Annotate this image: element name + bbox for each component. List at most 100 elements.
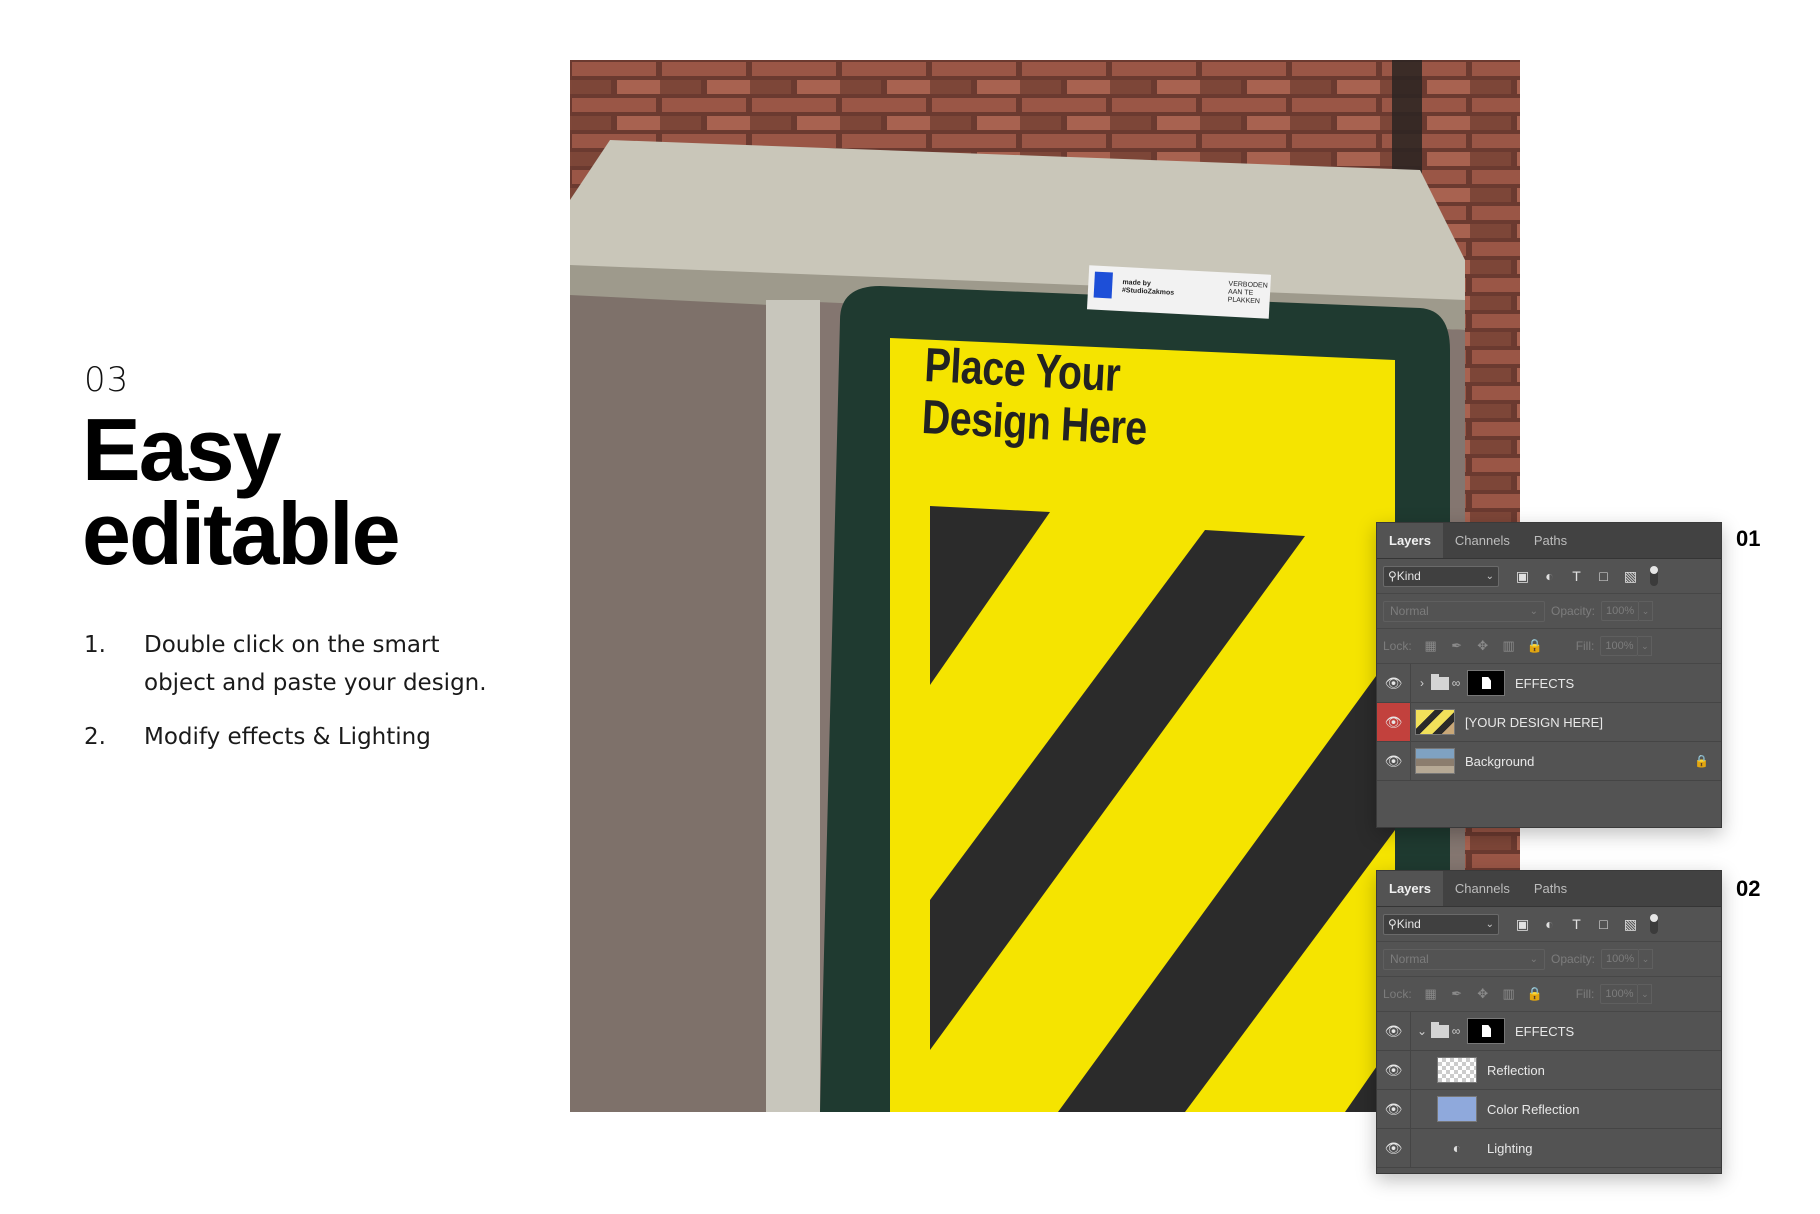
kind-filter-label: Kind (1396, 917, 1421, 931)
smart-object-filter-icon[interactable]: ▧ (1617, 568, 1644, 585)
lock-artboard-icon[interactable]: ▥ (1496, 638, 1522, 654)
title-line-2: editable (82, 484, 401, 583)
layer-name: [YOUR DESIGN HERE] (1465, 714, 1603, 730)
layer-name: EFFECTS (1515, 1023, 1575, 1039)
instruction-list: 1. Double click on the smart object and … (84, 626, 504, 772)
link-icon[interactable]: ∞ (1449, 676, 1463, 690)
lock-move-icon[interactable]: ✥ (1470, 638, 1496, 654)
panel-label: 02 (1736, 876, 1761, 901)
fill-label: Fill: (1575, 639, 1595, 653)
visibility-eye-icon[interactable]: 👁 (1377, 664, 1411, 702)
folder-icon (1431, 673, 1449, 690)
search-icon: ⚲ (1388, 917, 1397, 931)
layers-panel-1[interactable]: Layers Channels Paths ⚲ Kind ⌄ ▣ ◐ T □ ▧… (1376, 522, 1722, 828)
lock-label: Lock: (1383, 987, 1412, 1001)
blend-row: Normal ⌄ Opacity: 100% ⌄ (1377, 594, 1721, 629)
blend-mode-select[interactable]: Normal ⌄ (1383, 600, 1545, 622)
chevron-down-icon[interactable]: ⌄ (1639, 601, 1654, 621)
lock-brush-icon[interactable]: ✒ (1444, 638, 1470, 654)
chevron-down-icon: ⌄ (1485, 918, 1494, 930)
layer-mask-thumbnail[interactable] (1467, 1018, 1505, 1044)
panel-tabs: Layers Channels Paths (1377, 871, 1721, 907)
blend-mode-select[interactable]: Normal ⌄ (1383, 948, 1545, 970)
lock-icon: 🔒 (1694, 754, 1709, 768)
type-filter-icon[interactable]: T (1563, 568, 1590, 584)
visibility-eye-icon[interactable]: 👁 (1377, 1012, 1411, 1050)
filter-toggle[interactable] (1650, 914, 1658, 934)
instruction-item: 2. Modify effects & Lighting (84, 718, 504, 756)
lock-transparent-icon[interactable]: ▦ (1418, 986, 1444, 1002)
chevron-down-icon[interactable]: ⌄ (1638, 984, 1653, 1004)
kind-filter-select[interactable]: ⚲ Kind ⌄ (1383, 913, 1499, 935)
visibility-eye-icon[interactable]: 👁 (1377, 1129, 1411, 1167)
fill-input[interactable]: 100% (1600, 636, 1639, 656)
layer-name: Reflection (1487, 1062, 1545, 1078)
tab-channels[interactable]: Channels (1443, 523, 1522, 558)
lock-brush-icon[interactable]: ✒ (1444, 986, 1470, 1002)
chevron-down-icon[interactable]: ⌄ (1415, 1024, 1429, 1038)
tab-paths[interactable]: Paths (1522, 523, 1579, 558)
search-icon: ⚲ (1388, 569, 1397, 583)
lock-all-icon[interactable]: 🔒 (1522, 986, 1548, 1002)
lock-transparent-icon[interactable]: ▦ (1418, 638, 1444, 654)
folder-icon (1431, 1021, 1449, 1038)
adjustment-filter-icon[interactable]: ◐ (1536, 916, 1563, 932)
lock-artboard-icon[interactable]: ▥ (1496, 986, 1522, 1002)
link-icon[interactable]: ∞ (1449, 1024, 1463, 1038)
layer-row[interactable]: 👁 Color Reflection (1377, 1090, 1721, 1129)
opacity-input[interactable]: 100% (1601, 949, 1640, 969)
tab-paths[interactable]: Paths (1522, 871, 1579, 906)
chevron-down-icon: ⌄ (1485, 570, 1494, 582)
chevron-down-icon[interactable]: ⌄ (1639, 949, 1654, 969)
type-filter-icon[interactable]: T (1563, 916, 1590, 932)
instruction-number: 1. (84, 632, 106, 658)
blend-row: Normal ⌄ Opacity: 100% ⌄ (1377, 942, 1721, 977)
opacity-label: Opacity: (1551, 604, 1596, 618)
layer-name: Color Reflection (1487, 1101, 1580, 1117)
sticker-logo (1093, 271, 1113, 299)
chevron-right-icon[interactable]: › (1415, 676, 1429, 690)
adjustment-filter-icon[interactable]: ◐ (1536, 568, 1563, 584)
layer-row[interactable]: 👁 Reflection (1377, 1051, 1721, 1090)
tab-layers[interactable]: Layers (1377, 523, 1443, 558)
chevron-down-icon[interactable]: ⌄ (1638, 636, 1653, 656)
panel-tabs: Layers Channels Paths (1377, 523, 1721, 559)
visibility-eye-icon[interactable]: 👁 (1377, 742, 1411, 780)
visibility-eye-icon[interactable]: 👁 (1377, 1051, 1411, 1089)
layer-thumbnail (1415, 748, 1455, 774)
layer-name: EFFECTS (1515, 675, 1575, 691)
kind-filter-select[interactable]: ⚲ Kind ⌄ (1383, 565, 1499, 587)
opacity-input[interactable]: 100% (1601, 601, 1640, 621)
cabinet-side (570, 295, 770, 1112)
lock-move-icon[interactable]: ✥ (1470, 986, 1496, 1002)
fill-input[interactable]: 100% (1600, 984, 1639, 1004)
tab-channels[interactable]: Channels (1443, 871, 1522, 906)
visibility-eye-icon[interactable]: 👁 (1377, 1090, 1411, 1128)
image-filter-icon[interactable]: ▣ (1509, 916, 1536, 933)
image-filter-icon[interactable]: ▣ (1509, 568, 1536, 585)
layer-row[interactable]: 👁 › ∞ EFFECTS (1377, 664, 1721, 703)
shape-filter-icon[interactable]: □ (1590, 916, 1617, 932)
blend-mode-value: Normal (1390, 952, 1429, 966)
layer-name: Background (1465, 753, 1535, 769)
opacity-label: Opacity: (1551, 952, 1596, 966)
poster-title: Place Your Design Here (921, 339, 1151, 456)
shape-filter-icon[interactable]: □ (1590, 568, 1617, 584)
layer-thumbnail (1415, 709, 1455, 735)
smart-object-filter-icon[interactable]: ▧ (1617, 916, 1644, 933)
layer-row[interactable]: 👁 ⌄ ∞ EFFECTS (1377, 1012, 1721, 1051)
layer-row[interactable]: 👁 ◐ Lighting (1377, 1129, 1721, 1168)
blend-mode-value: Normal (1390, 604, 1429, 618)
filter-toggle[interactable] (1650, 566, 1658, 586)
layer-row[interactable]: 👁 [YOUR DESIGN HERE] (1377, 703, 1721, 742)
tab-layers[interactable]: Layers (1377, 871, 1443, 906)
lock-label: Lock: (1383, 639, 1412, 653)
visibility-eye-icon[interactable]: 👁 (1377, 703, 1411, 741)
studio-sticker: made by #StudioZakmos VERBODEN AAN TE PL… (1086, 265, 1272, 319)
layers-panel-2[interactable]: Layers Channels Paths ⚲ Kind ⌄ ▣ ◐ T □ ▧… (1376, 870, 1722, 1174)
step-number: 03 (84, 360, 130, 400)
layer-row[interactable]: 👁 Background 🔒 (1377, 742, 1721, 781)
lock-all-icon[interactable]: 🔒 (1522, 638, 1548, 654)
layer-mask-thumbnail[interactable] (1467, 670, 1505, 696)
lock-row: Lock: ▦ ✒ ✥ ▥ 🔒 Fill: 100% ⌄ (1377, 629, 1721, 664)
